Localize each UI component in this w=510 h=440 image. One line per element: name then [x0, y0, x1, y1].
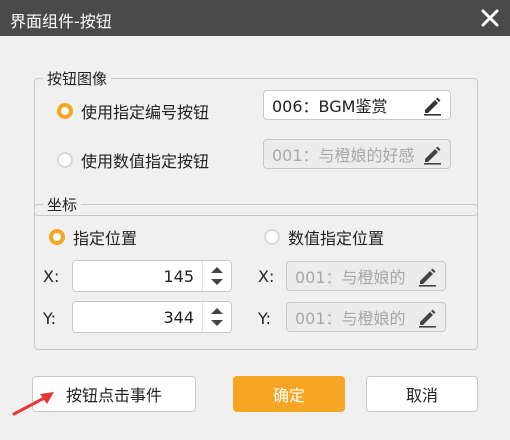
radio-dot-unselected — [264, 229, 280, 245]
radio-label: 使用指定编号按钮 — [81, 103, 210, 122]
spin-down-icon[interactable] — [210, 278, 224, 286]
x-stepper[interactable]: 145 — [72, 260, 232, 292]
radio-dot-selected — [49, 229, 65, 245]
y-label: Y: — [43, 309, 57, 328]
radio-dot-selected — [57, 103, 73, 119]
annotation-arrow-icon — [12, 392, 54, 416]
x-spinner[interactable] — [202, 261, 231, 291]
y-variable-field: 001：与橙娘的 — [286, 302, 446, 332]
x-variable-field: 001：与橙娘的 — [286, 261, 446, 291]
x-variable-value: 001：与橙娘的 — [295, 268, 406, 287]
y-stepper[interactable]: 344 — [72, 301, 232, 333]
edit-icon — [419, 268, 436, 287]
y-spinner[interactable] — [202, 302, 231, 332]
radio-use-specified-number[interactable]: 使用指定编号按钮 — [57, 99, 209, 123]
edit-icon[interactable] — [420, 93, 444, 117]
specified-button-field[interactable]: 006：BGM鉴赏 — [263, 90, 451, 120]
edit-icon — [419, 309, 436, 328]
spin-down-icon[interactable] — [210, 319, 224, 327]
edit-icon — [424, 146, 441, 165]
radio-label: 指定位置 — [73, 229, 138, 248]
x-label: X: — [43, 267, 60, 286]
radio-specified-position[interactable]: 指定位置 — [49, 225, 137, 249]
radio-dot-unselected — [57, 152, 73, 168]
cancel-label: 取消 — [405, 386, 438, 405]
coordinates-legend: 坐标 — [47, 196, 78, 214]
close-icon — [481, 9, 499, 27]
numeric-button-value: 001：与橙娘的好感 — [272, 146, 415, 165]
cancel-button[interactable]: 取消 — [366, 376, 478, 412]
y-var-label: Y: — [258, 309, 272, 328]
specified-button-value: 006：BGM鉴赏 — [272, 97, 388, 116]
dialog-body: 按钮图像 使用指定编号按钮 006：BGM鉴赏 使用数值指定按钮 001：与橙娘… — [0, 36, 510, 440]
y-variable-value: 001：与橙娘的 — [295, 309, 406, 328]
radio-label: 数值指定位置 — [288, 229, 385, 248]
window-title: 界面组件-按钮 — [10, 12, 112, 31]
spin-up-icon[interactable] — [210, 266, 224, 274]
x-value: 145 — [163, 266, 194, 286]
radio-use-numeric-button[interactable]: 使用数值指定按钮 — [57, 148, 209, 172]
spin-up-icon[interactable] — [210, 307, 224, 315]
title-bar: 界面组件-按钮 — [0, 0, 510, 36]
x-var-label: X: — [258, 267, 275, 286]
ok-button[interactable]: 确定 — [233, 376, 345, 412]
button-image-legend: 按钮图像 — [47, 70, 108, 88]
y-value: 344 — [163, 307, 194, 327]
ok-label: 确定 — [272, 386, 305, 405]
numeric-button-field: 001：与橙娘的好感 — [263, 139, 451, 169]
radio-label: 使用数值指定按钮 — [81, 152, 210, 171]
close-button[interactable] — [476, 4, 504, 32]
button-click-event-label: 按钮点击事件 — [65, 386, 162, 405]
radio-numeric-position[interactable]: 数值指定位置 — [264, 225, 384, 249]
